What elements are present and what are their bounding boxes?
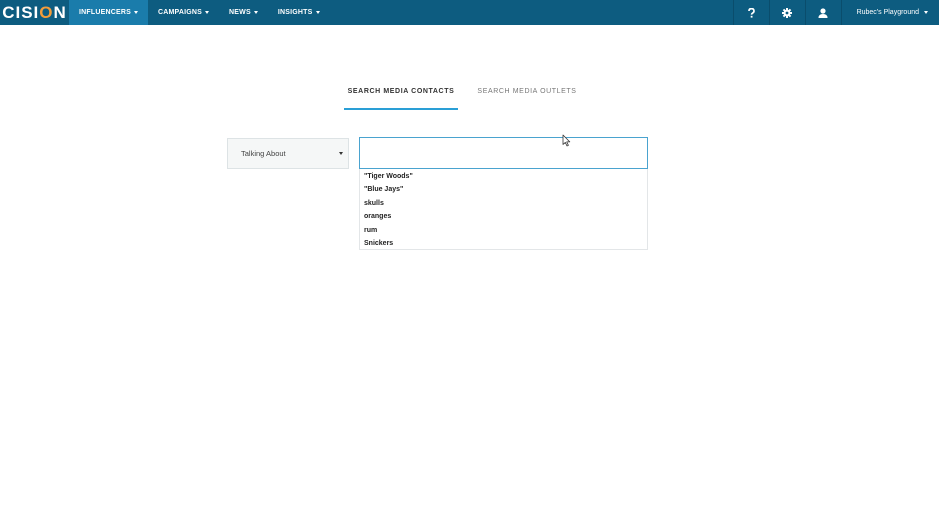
suggestion-item[interactable]: "Blue Jays" — [360, 183, 647, 196]
search-type-selected-value: Talking About — [241, 149, 286, 158]
tab-search-media-contacts[interactable]: SEARCH MEDIA CONTACTS — [344, 82, 458, 110]
settings-button[interactable] — [768, 0, 805, 25]
logo-text-suffix: N — [53, 2, 67, 22]
caret-down-icon — [133, 11, 138, 14]
nav-campaigns[interactable]: CAMPAIGNS — [148, 0, 219, 25]
caret-down-icon — [315, 11, 320, 14]
search-input[interactable] — [359, 137, 648, 169]
logo-text-o: O — [39, 2, 54, 22]
gear-icon — [782, 7, 793, 18]
account-label: Rubec's Playground — [856, 9, 919, 16]
tab-search-media-outlets[interactable]: SEARCH MEDIA OUTLETS — [473, 82, 581, 110]
nav-news[interactable]: NEWS — [219, 0, 268, 25]
suggestion-item[interactable]: rum — [360, 224, 647, 237]
autocomplete-suggestions: "Tiger Woods" "Blue Jays" skulls oranges… — [359, 169, 648, 250]
suggestion-item[interactable]: skulls — [360, 197, 647, 210]
user-icon — [818, 7, 828, 18]
mouse-pointer-icon — [562, 134, 571, 147]
caret-down-icon — [205, 11, 210, 14]
logo-text-prefix: CISI — [2, 2, 40, 22]
nav-influencers-label: INFLUENCERS — [79, 9, 131, 16]
nav-news-label: NEWS — [229, 9, 251, 16]
question-icon — [747, 7, 755, 18]
nav-insights[interactable]: INSIGHTS — [268, 0, 330, 25]
caret-down-icon — [924, 11, 928, 14]
nav-campaigns-label: CAMPAIGNS — [157, 9, 203, 16]
cision-logo[interactable]: CISI O N — [0, 0, 69, 25]
account-switcher[interactable]: Rubec's Playground — [840, 0, 939, 25]
suggestion-item[interactable]: Snickers — [360, 237, 647, 250]
suggestion-item[interactable]: oranges — [360, 210, 647, 223]
tab-search-media-contacts-label: SEARCH MEDIA CONTACTS — [347, 88, 455, 95]
suggestion-item[interactable]: "Tiger Woods" — [360, 170, 647, 183]
profile-button[interactable] — [804, 0, 841, 25]
help-button[interactable] — [732, 0, 769, 25]
search-type-select[interactable]: Talking About — [227, 138, 349, 169]
tab-search-media-outlets-label: SEARCH MEDIA OUTLETS — [477, 88, 577, 95]
caret-down-icon — [253, 11, 258, 14]
top-navigation-bar: CISI O N INFLUENCERS CAMPAIGNS NEWS INSIGH… — [0, 0, 939, 25]
nav-insights-label: INSIGHTS — [277, 9, 313, 16]
dropdown-arrow-icon — [339, 152, 343, 155]
nav-influencers[interactable]: INFLUENCERS — [69, 0, 148, 25]
